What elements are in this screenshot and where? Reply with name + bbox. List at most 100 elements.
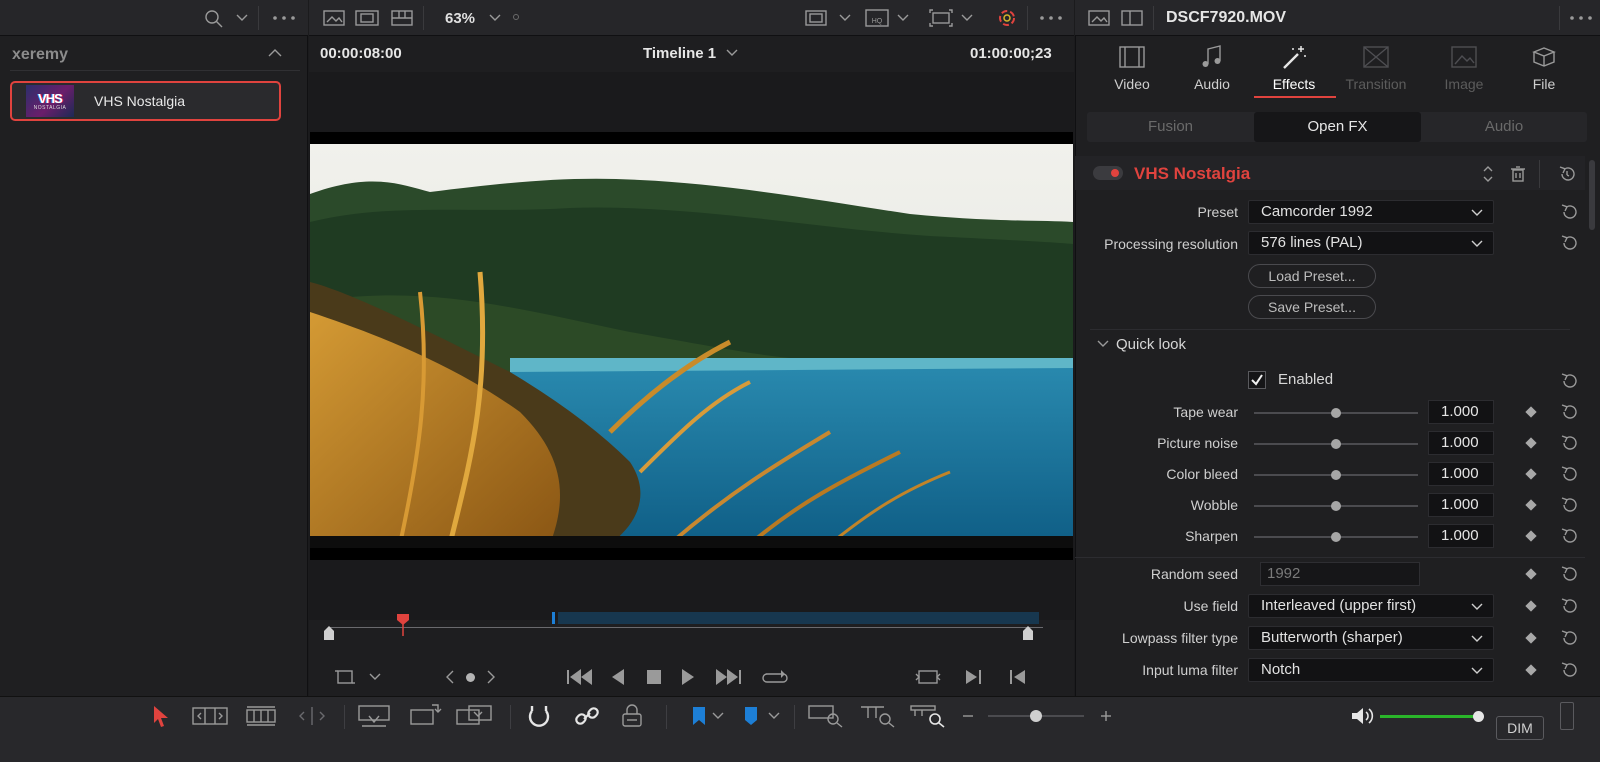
next-edit-icon[interactable]	[965, 668, 983, 686]
reset-icon[interactable]	[1560, 465, 1578, 483]
safe-area-icon[interactable]	[805, 10, 827, 26]
media-clip-item[interactable]: VHS NOSTALGIA VHS Nostalgia	[10, 81, 281, 121]
timeline-zoom-knob[interactable]	[1030, 710, 1042, 722]
timeline-name[interactable]: Timeline 1	[643, 45, 716, 62]
end-handle-icon[interactable]	[1023, 626, 1033, 640]
chevron-down-icon[interactable]	[712, 712, 724, 720]
trim-tool-icon[interactable]	[192, 706, 228, 726]
jog-dot-icon[interactable]	[466, 673, 475, 682]
previous-edit-icon[interactable]	[1009, 668, 1027, 686]
chevron-down-icon[interactable]	[897, 14, 909, 22]
reset-icon[interactable]	[1560, 597, 1578, 615]
playhead-icon[interactable]	[397, 614, 409, 636]
reset-icon[interactable]	[1560, 203, 1578, 221]
slider-knob[interactable]	[1331, 470, 1341, 480]
color-wheel-icon[interactable]	[997, 8, 1017, 28]
match-frame-icon[interactable]	[915, 668, 941, 686]
reset-icon[interactable]	[1560, 496, 1578, 514]
reset-icon[interactable]	[1560, 372, 1578, 390]
keyframe-icon[interactable]	[1525, 499, 1537, 511]
slider-knob[interactable]	[1331, 501, 1341, 511]
effect-enable-toggle[interactable]	[1093, 166, 1123, 180]
loop-icon[interactable]	[761, 668, 789, 686]
reset-icon[interactable]	[1560, 434, 1578, 452]
subtab-openfx[interactable]: Open FX	[1254, 112, 1421, 142]
panel-toggle-icon[interactable]	[1560, 702, 1574, 730]
chevron-down-icon[interactable]	[369, 673, 381, 681]
speaker-icon[interactable]	[1350, 705, 1374, 727]
tab-transition[interactable]: Transition	[1336, 44, 1416, 92]
reset-icon[interactable]	[1560, 629, 1578, 647]
selection-tool-icon[interactable]	[152, 705, 170, 727]
snapping-icon[interactable]	[526, 703, 552, 729]
keyframe-icon[interactable]	[1525, 530, 1537, 542]
chevron-down-icon[interactable]	[726, 49, 738, 57]
reset-all-icon[interactable]	[1558, 165, 1576, 183]
reset-icon[interactable]	[1560, 661, 1578, 679]
use-field-dropdown[interactable]: Interleaved (upper first)	[1248, 594, 1494, 618]
chevron-down-icon[interactable]	[961, 14, 973, 22]
linked-selection-icon[interactable]	[574, 703, 600, 729]
tab-effects[interactable]: Effects	[1254, 44, 1334, 92]
save-preset-button[interactable]: Save Preset...	[1248, 295, 1376, 319]
trash-icon[interactable]	[1510, 166, 1526, 182]
preset-dropdown[interactable]: Camcorder 1992	[1248, 200, 1494, 224]
image-view-icon[interactable]	[323, 10, 345, 26]
chevron-down-icon[interactable]	[839, 14, 851, 22]
chevron-down-icon[interactable]	[1097, 340, 1109, 348]
play-reverse-icon[interactable]	[611, 668, 625, 686]
multi-view-icon[interactable]	[391, 10, 413, 26]
reset-icon[interactable]	[1560, 527, 1578, 545]
image-view-icon[interactable]	[1088, 10, 1110, 26]
keyframe-icon[interactable]	[1525, 437, 1537, 449]
detail-zoom-icon[interactable]	[860, 704, 896, 728]
crop-view-icon[interactable]	[335, 668, 355, 686]
insert-clip-icon[interactable]	[358, 704, 390, 728]
volume-knob[interactable]	[1473, 711, 1484, 722]
tab-video[interactable]: Video	[1092, 44, 1172, 92]
zoom-out-icon[interactable]	[962, 714, 974, 718]
slider-value-field[interactable]: 1.000	[1428, 400, 1494, 424]
reset-icon[interactable]	[1560, 565, 1578, 583]
chevron-down-icon[interactable]	[489, 14, 501, 22]
source-timecode[interactable]: 00:00:08:00	[320, 45, 402, 62]
slider-knob[interactable]	[1331, 439, 1341, 449]
reset-icon[interactable]	[1560, 234, 1578, 252]
hq-playback-icon[interactable]: HQ	[865, 9, 889, 27]
lowpass-filter-dropdown[interactable]: Butterworth (sharper)	[1248, 626, 1494, 650]
slider-value-field[interactable]: 1.000	[1428, 431, 1494, 455]
slider-knob[interactable]	[1331, 408, 1341, 418]
stop-icon[interactable]	[647, 670, 661, 684]
full-extent-zoom-icon[interactable]	[808, 704, 844, 728]
slider-value-field[interactable]: 1.000	[1428, 493, 1494, 517]
more-options-icon[interactable]	[1039, 16, 1063, 20]
flag-icon[interactable]	[692, 706, 706, 726]
slider-value-field[interactable]: 1.000	[1428, 524, 1494, 548]
random-seed-field[interactable]: 1992	[1260, 562, 1420, 586]
chevron-down-icon[interactable]	[768, 712, 780, 720]
split-view-icon[interactable]	[1121, 10, 1143, 26]
filmstrip-view-icon[interactable]	[355, 10, 379, 26]
input-luma-filter-dropdown[interactable]: Notch	[1248, 658, 1494, 682]
video-frame[interactable]	[310, 132, 1073, 560]
subtab-fusion[interactable]: Fusion	[1087, 112, 1254, 142]
more-options-icon[interactable]	[272, 16, 296, 20]
blade-tool-icon[interactable]	[296, 706, 328, 726]
go-to-start-icon[interactable]	[567, 668, 593, 686]
replace-clip-icon[interactable]	[456, 704, 492, 728]
zoom-level[interactable]: 63%	[445, 10, 475, 27]
custom-zoom-icon[interactable]	[910, 704, 946, 728]
go-to-end-icon[interactable]	[715, 668, 741, 686]
slider-value-field[interactable]: 1.000	[1428, 462, 1494, 486]
subtab-audio[interactable]: Audio	[1421, 112, 1587, 142]
dim-button[interactable]: DIM	[1496, 716, 1544, 740]
keyframe-icon[interactable]	[1525, 468, 1537, 480]
position-lock-icon[interactable]	[620, 703, 644, 729]
dynamic-trim-icon[interactable]	[246, 706, 276, 726]
slider-knob[interactable]	[1331, 532, 1341, 542]
reorder-icon[interactable]	[1482, 164, 1494, 184]
in-point-marker[interactable]	[552, 612, 555, 624]
reset-icon[interactable]	[1560, 403, 1578, 421]
chevron-up-icon[interactable]	[268, 48, 282, 58]
zoom-in-icon[interactable]	[1100, 710, 1112, 722]
